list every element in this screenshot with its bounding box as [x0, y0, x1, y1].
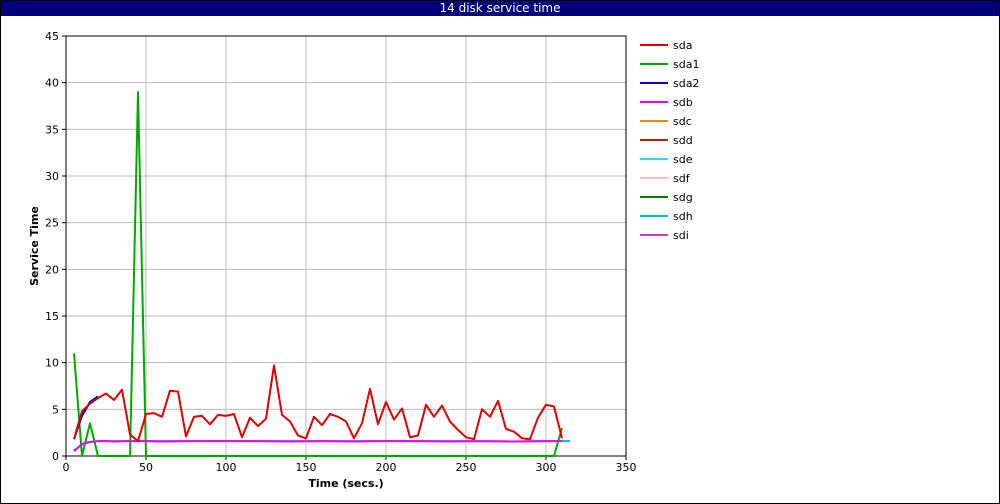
- x-axis-title: Time (secs.): [308, 477, 383, 490]
- x-tick-label: 350: [616, 461, 637, 474]
- chart-window: 14 disk service time 0 50 100 150 200 250 300 3…: [0, 0, 1000, 504]
- legend-label-sda: sda: [673, 39, 692, 52]
- legend-label-sdg: sdg: [673, 191, 693, 204]
- x-tick-label: 200: [376, 461, 397, 474]
- y-tick-label: 10: [45, 357, 59, 370]
- legend-label-sdd: sdd: [673, 134, 693, 147]
- y-tick-label: 25: [45, 217, 59, 230]
- legend: sda sda1 sda2 sdb sdc sdd sde sdf sdg sdh sdi: [640, 39, 699, 242]
- series-line-sdh: [73, 440, 570, 452]
- x-tick-label: 50: [139, 461, 153, 474]
- legend-label-sda1: sda1: [673, 58, 699, 71]
- y-tick-label: 30: [45, 170, 59, 183]
- x-tick-label: 150: [296, 461, 317, 474]
- chart-svg: 0 50 100 150 200 250 300 350051015202530354045 …: [28, 30, 699, 490]
- y-tick-label: 5: [52, 403, 59, 416]
- y-tick-label: 20: [45, 263, 59, 276]
- x-tick-label: 300: [536, 461, 557, 474]
- x-tick-label: 0: [63, 461, 70, 474]
- legend-label-sdh: sdh: [673, 210, 693, 223]
- y-tick-label: 15: [45, 310, 59, 323]
- legend-label-sde: sde: [673, 153, 693, 166]
- legend-label-sda2: sda2: [673, 77, 699, 90]
- series-line-sdb: [73, 440, 562, 453]
- legend-label-sdc: sdc: [673, 115, 692, 128]
- legend-label-sdf: sdf: [673, 172, 691, 185]
- series-line-sda: [73, 364, 563, 443]
- y-tick-label: 45: [45, 30, 59, 43]
- x-tick-label: 250: [456, 461, 477, 474]
- grid: [66, 36, 626, 456]
- y-tick-label: 0: [52, 450, 59, 463]
- legend-label-sdi: sdi: [673, 229, 689, 242]
- series-line-sda1: [73, 91, 563, 457]
- y-tick-label: 35: [45, 123, 59, 136]
- legend-label-sdb: sdb: [673, 96, 693, 109]
- plot-area: [65, 35, 627, 457]
- y-tick-label: 40: [45, 77, 59, 90]
- x-tick-label: 100: [216, 461, 237, 474]
- series-lines: [73, 91, 570, 457]
- y-axis-title: Service Time: [28, 206, 41, 286]
